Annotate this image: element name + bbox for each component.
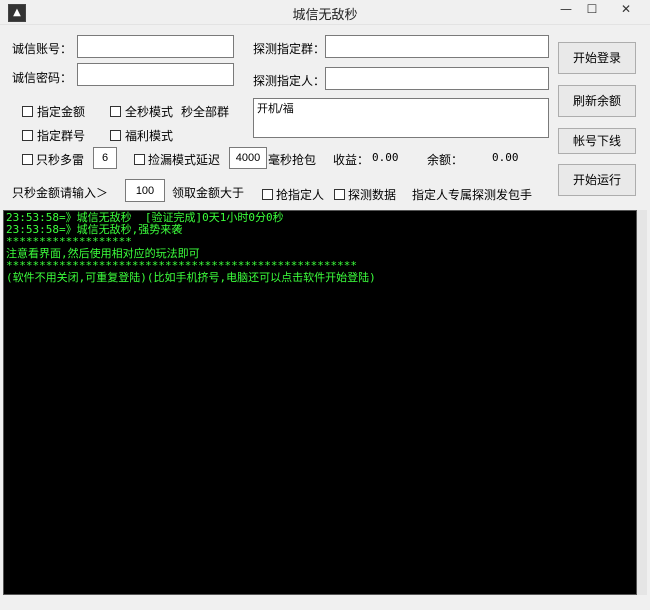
full-sec-checkbox-label: 全秒模式	[125, 105, 174, 119]
multi-count-input[interactable]	[93, 147, 117, 169]
detect-group-input[interactable]	[325, 35, 549, 58]
balance-value: 0.00	[492, 151, 519, 164]
welfare-checkbox[interactable]	[110, 130, 121, 141]
only-multi-checkbox-label: 只秒多雷	[36, 153, 85, 167]
income-label: 收益：	[333, 153, 370, 167]
group-no-checkbox[interactable]	[22, 130, 33, 141]
amount-checkbox-label: 指定金额	[37, 105, 86, 119]
password-label: 诚信密码：	[12, 71, 73, 85]
min-amount-input[interactable]	[125, 179, 165, 202]
password-input[interactable]	[77, 63, 234, 86]
detect-person-label: 探测指定人：	[253, 74, 326, 88]
log-line: (软件不用关闭,可重复登陆)(比如手机挤号,电脑还可以点击软件开始登陆)	[6, 271, 376, 284]
ms-grab-label: 毫秒抢包	[268, 153, 317, 167]
minimize-button[interactable]: —	[552, 0, 580, 20]
full-sec-checkbox[interactable]	[110, 106, 121, 117]
detect-person-input[interactable]	[325, 67, 549, 90]
sec-all-groups-label: 秒全部群	[181, 105, 230, 119]
exclusive-label: 指定人专属探测发包手	[412, 188, 533, 202]
amount-checkbox[interactable]	[22, 106, 33, 117]
min-amount-label: 只秒金额请输入＞	[12, 186, 109, 200]
account-input[interactable]	[77, 35, 234, 58]
detect-group-label: 探测指定群：	[253, 42, 326, 56]
detect-data-checkbox-label: 探测数据	[348, 188, 397, 202]
logout-button[interactable]: 帐号下线	[558, 128, 636, 154]
maximize-button[interactable]: ☐	[578, 0, 606, 20]
close-button[interactable]: ✕	[612, 0, 640, 20]
keyword-textarea[interactable]: 开机/福	[253, 98, 549, 138]
only-multi-checkbox[interactable]	[22, 154, 33, 165]
grab-person-checkbox-label: 抢指定人	[276, 188, 325, 202]
welfare-checkbox-label: 福利模式	[125, 129, 174, 143]
start-login-button[interactable]: 开始登录	[558, 42, 636, 74]
console-scrollbar[interactable]	[637, 210, 647, 595]
log-console[interactable]: 23:53:58=》城信无敌秒 [验证完成]0天1小时0分0秒 23:53:58…	[3, 210, 637, 595]
grab-delay-checkbox[interactable]	[134, 154, 145, 165]
detect-data-checkbox[interactable]	[334, 189, 345, 200]
account-label: 诚信账号：	[12, 42, 73, 56]
balance-label: 余额：	[427, 153, 464, 167]
start-run-button[interactable]: 开始运行	[558, 164, 636, 196]
income-value: 0.00	[372, 151, 399, 164]
delay-ms-input[interactable]	[229, 147, 267, 169]
grab-person-checkbox[interactable]	[262, 189, 273, 200]
group-no-checkbox-label: 指定群号	[37, 129, 86, 143]
refresh-balance-button[interactable]: 刷新余额	[558, 85, 636, 117]
grab-delay-checkbox-label: 捡漏模式延迟	[148, 153, 221, 167]
min-amount-suffix: 领取金额大于	[172, 186, 245, 200]
